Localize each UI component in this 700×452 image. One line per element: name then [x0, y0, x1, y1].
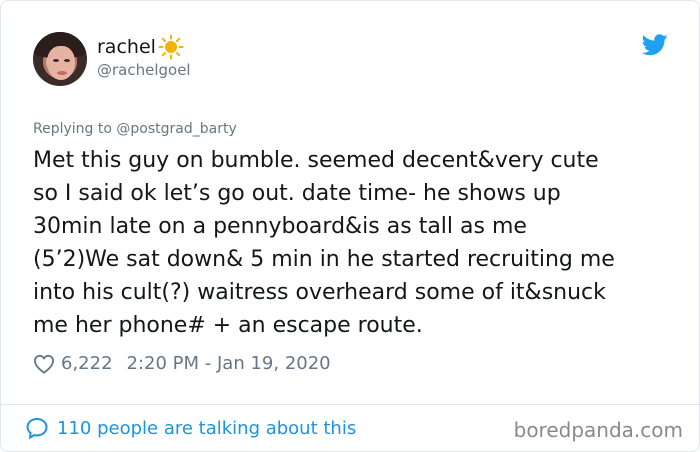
reply-mention-link[interactable]: @postgrad_barty	[116, 121, 236, 137]
display-name[interactable]: rachel	[97, 36, 156, 58]
like-count[interactable]: 6,222	[61, 353, 113, 374]
replying-to: Replying to @postgrad_barty	[33, 121, 237, 137]
conversation-link[interactable]: 110 people are talking about this	[25, 416, 356, 440]
tweet-meta: 6,222 2:20 PM - Jan 19, 2020	[33, 353, 331, 374]
sun-icon	[158, 34, 184, 60]
tweet-card: rachel @rachelgoel Replying to @postgrad…	[0, 0, 700, 452]
replying-to-prefix: Replying to	[33, 121, 117, 137]
conversation-link-label[interactable]: 110 people are talking about this	[57, 418, 356, 439]
watermark: boredpanda.com	[513, 418, 683, 442]
divider	[1, 404, 699, 405]
tweet-timestamp[interactable]: 2:20 PM - Jan 19, 2020	[127, 353, 331, 374]
user-handle[interactable]: @rachelgoel	[97, 61, 191, 79]
heart-icon[interactable]	[33, 354, 55, 374]
avatar[interactable]	[33, 32, 87, 86]
comment-bubble-icon	[26, 417, 48, 440]
display-name-row[interactable]: rachel	[97, 34, 184, 60]
tweet-text: Met this guy on bumble. seemed decent&ve…	[33, 148, 615, 338]
twitter-bird-icon[interactable]	[642, 34, 668, 56]
